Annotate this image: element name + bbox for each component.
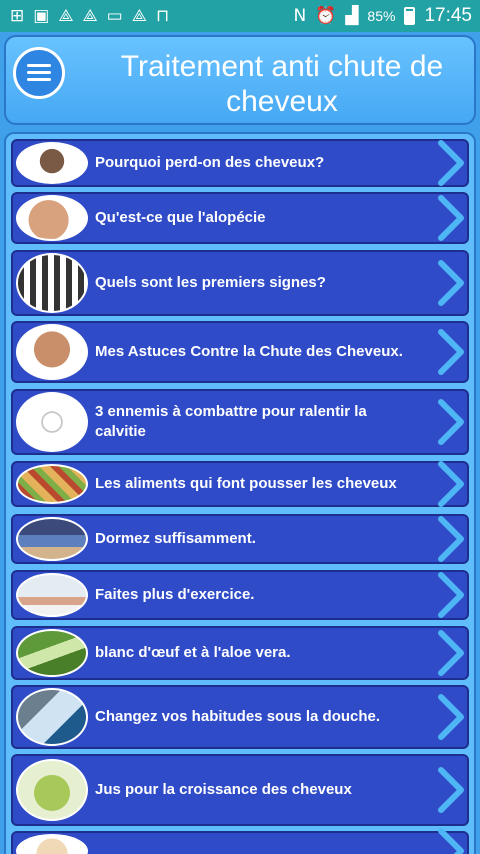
chevron-right-icon: [438, 140, 464, 186]
list-item-label: Les aliments qui font pousser les cheveu…: [95, 475, 397, 492]
notification-icons: ⊞ ▣ ⟁ ⟁ ▭ ⟁ ⊓: [10, 5, 170, 26]
list-item-label: Dormez suffisamment.: [95, 530, 256, 547]
list-item-label: Changez vos habitudes sous la douche.: [95, 708, 381, 725]
app-notification-icon: ⟁: [58, 5, 74, 26]
hairline-stages-icon: [16, 253, 88, 313]
app-notification-icon: ⟁: [82, 5, 98, 26]
page-title: Traitement anti chute de cheveux: [120, 50, 444, 118]
alarm-icon: ⏰: [315, 5, 337, 26]
app-header: Traitement anti chute de cheveux: [4, 35, 476, 125]
system-icons: Ν ⏰ ▟ 85% 17:45: [293, 5, 472, 27]
shopping-bag-icon: ⊓: [155, 5, 170, 26]
list-item[interactable]: Qu'est-ce que l'alopécie: [11, 192, 469, 244]
list-item[interactable]: Faites plus d'exercice.: [11, 570, 469, 620]
phone-icon: ▭: [106, 5, 123, 26]
chevron-right-icon: [438, 630, 464, 676]
app-notification-icon: ⟁: [131, 5, 147, 26]
foods-icon: [16, 464, 88, 504]
chevron-right-icon: [438, 461, 464, 507]
battery-percent: 85%: [367, 8, 396, 24]
topic-list: Pourquoi perd-on des cheveux? Qu'est-ce q…: [4, 132, 476, 854]
chevron-right-icon: [438, 195, 464, 241]
battery-icon: [404, 7, 416, 25]
list-item[interactable]: [11, 828, 469, 854]
list-item[interactable]: Quels sont les premiers signes?: [11, 250, 469, 316]
list-item-label: Pourquoi perd-on des cheveux?: [95, 154, 325, 171]
list-item[interactable]: Dormez suffisamment.: [11, 514, 469, 564]
stress-sketch-icon: [16, 392, 88, 452]
list-item[interactable]: blanc d'œuf et à l'aloe vera.: [11, 626, 469, 680]
list-item[interactable]: Mes Astuces Contre la Chute des Cheveux.: [11, 321, 469, 383]
hamburger-icon: [27, 64, 51, 67]
hamburger-icon-bar: [27, 78, 51, 81]
person-icon: [16, 834, 88, 854]
list-item[interactable]: Les aliments qui font pousser les cheveu…: [11, 461, 469, 507]
list-item[interactable]: Pourquoi perd-on des cheveux?: [11, 139, 469, 187]
menu-button[interactable]: [13, 47, 65, 99]
list-item[interactable]: 3 ennemis à combattre pour ralentir la c…: [11, 389, 469, 455]
green-juice-icon: [16, 759, 88, 821]
chevron-right-icon: [438, 767, 464, 813]
signal-icon: ▟: [345, 5, 359, 26]
gallery-icon: ▣: [33, 5, 50, 26]
chevron-right-icon: [438, 399, 464, 445]
list-item-label: Quels sont les premiers signes?: [95, 274, 326, 291]
list-item-label: 3 ennemis à combattre pour ralentir la c…: [95, 403, 367, 440]
list-item-label: blanc d'œuf et à l'aloe vera.: [95, 644, 291, 661]
bald-head-icon: [16, 195, 88, 241]
chevron-right-icon: [438, 572, 464, 618]
clock: 17:45: [424, 5, 472, 26]
shower-icon: [16, 688, 88, 746]
chevron-right-icon: [438, 516, 464, 562]
list-item[interactable]: Changez vos habitudes sous la douche.: [11, 685, 469, 749]
hamburger-icon-bar: [27, 71, 51, 74]
add-icon: ⊞: [10, 5, 25, 26]
worried-man-icon: [16, 324, 88, 380]
hair-loss-head-icon: [16, 142, 88, 184]
list-item-label: Mes Astuces Contre la Chute des Cheveux.: [95, 343, 403, 360]
status-bar: ⊞ ▣ ⟁ ⟁ ▭ ⟁ ⊓ Ν ⏰ ▟ 85% 17:45: [0, 0, 480, 32]
list-item-label: Faites plus d'exercice.: [95, 586, 255, 603]
aloe-vera-icon: [16, 629, 88, 677]
list-item-label: Jus pour la croissance des cheveux: [95, 781, 352, 798]
list-item-label: Qu'est-ce que l'alopécie: [95, 209, 266, 226]
chevron-right-icon: [438, 260, 464, 306]
exercise-icon: [16, 573, 88, 617]
sleeping-person-icon: [16, 517, 88, 561]
list-item[interactable]: Jus pour la croissance des cheveux: [11, 754, 469, 826]
chevron-right-icon: [438, 329, 464, 375]
chevron-right-icon: [438, 828, 464, 854]
nfc-icon: Ν: [293, 5, 307, 26]
chevron-right-icon: [438, 694, 464, 740]
